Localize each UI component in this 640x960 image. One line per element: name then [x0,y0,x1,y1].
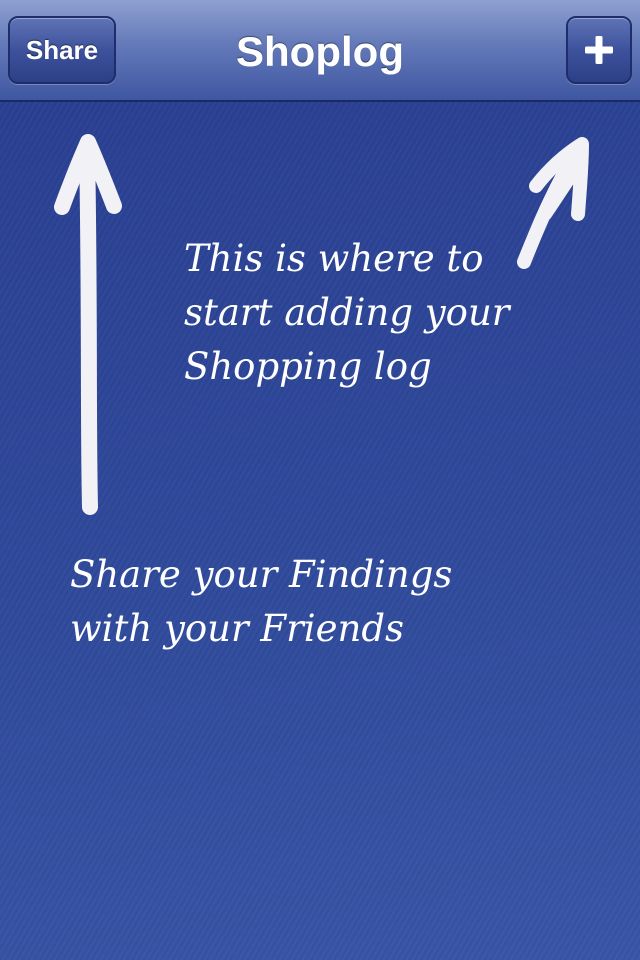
page-title: Shoplog [236,28,404,75]
add-hint-line: start adding your [184,291,510,334]
add-hint-line: This is where to [184,237,484,280]
navigation-bar: Share Shoplog [0,0,640,102]
share-button[interactable]: Share [8,16,116,84]
app-screen: Share Shoplog This is where to start add… [0,0,640,960]
share-button-label: Share [25,34,99,65]
hint-arrows [54,134,589,515]
arrow-up-to-share-icon [54,134,122,515]
content-area: This is where to start adding your Shopp… [0,102,640,960]
share-hint-line: with your Friends [70,607,405,650]
add-hint-text: This is where to start adding your Shopp… [184,232,509,394]
share-hint-line: Share your Findings [70,553,453,596]
add-button[interactable] [566,16,632,84]
plus-icon [585,36,613,64]
share-hint-text: Share your Findings with your Friends [70,548,452,656]
arrow-to-add-icon [517,137,589,269]
add-hint-line: Shopping log [184,345,432,388]
